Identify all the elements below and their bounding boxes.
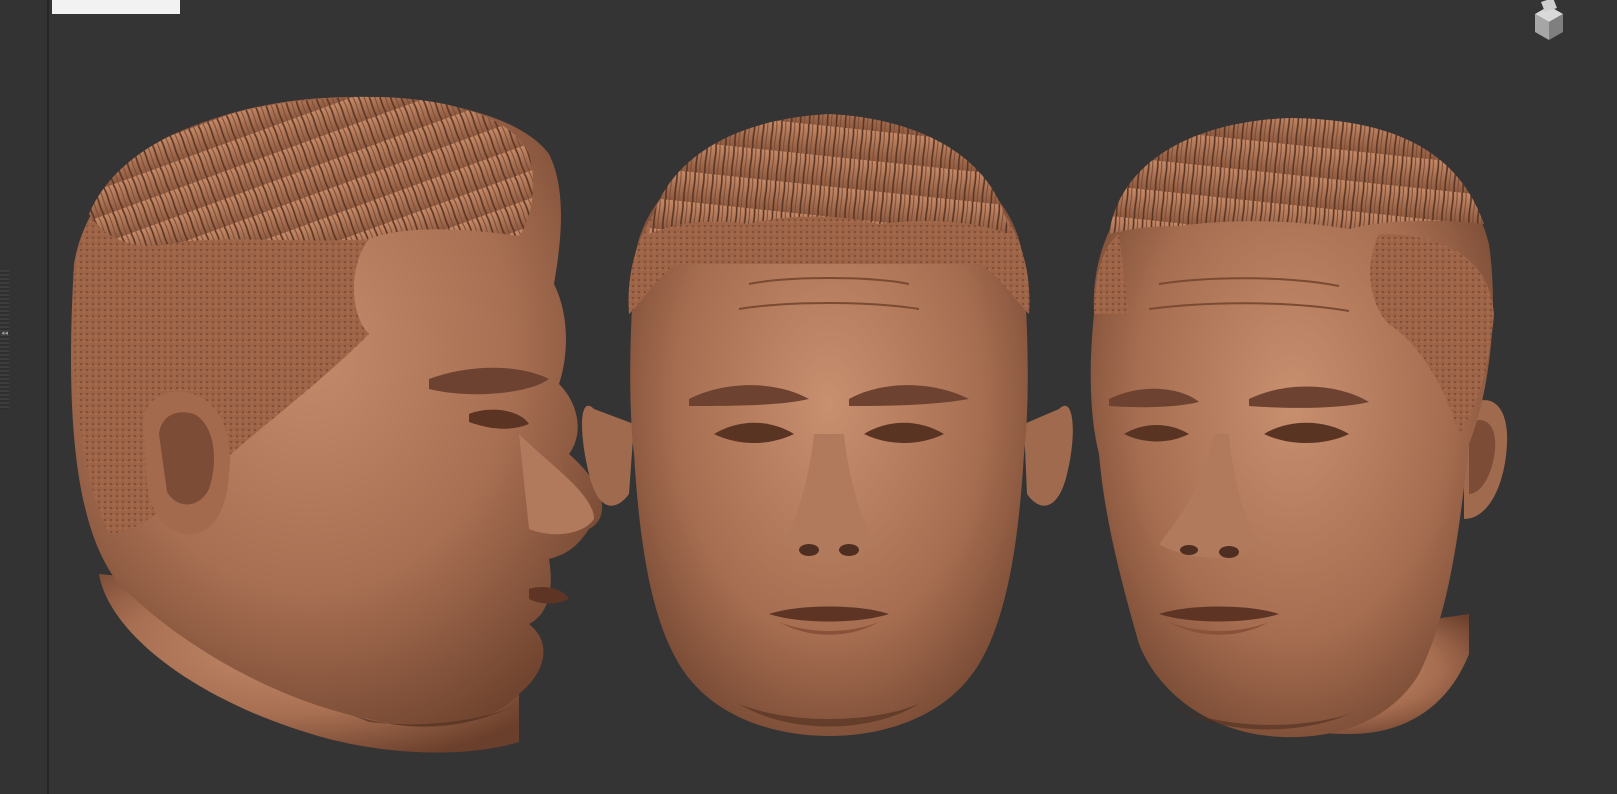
head-three-quarter-view[interactable]	[1090, 118, 1508, 738]
collapse-arrows-icon[interactable]: ◂◂	[1, 330, 8, 337]
document-title-field[interactable]	[52, 0, 180, 14]
sculpt-app-window: ◂◂	[0, 0, 1617, 794]
rail-resize-handle[interactable]	[0, 270, 9, 410]
sculpt-viewport[interactable]	[49, 14, 1617, 794]
head-front-view[interactable]	[582, 114, 1073, 736]
left-tool-rail[interactable]: ◂◂	[0, 0, 49, 794]
head-side-view[interactable]	[71, 96, 603, 753]
